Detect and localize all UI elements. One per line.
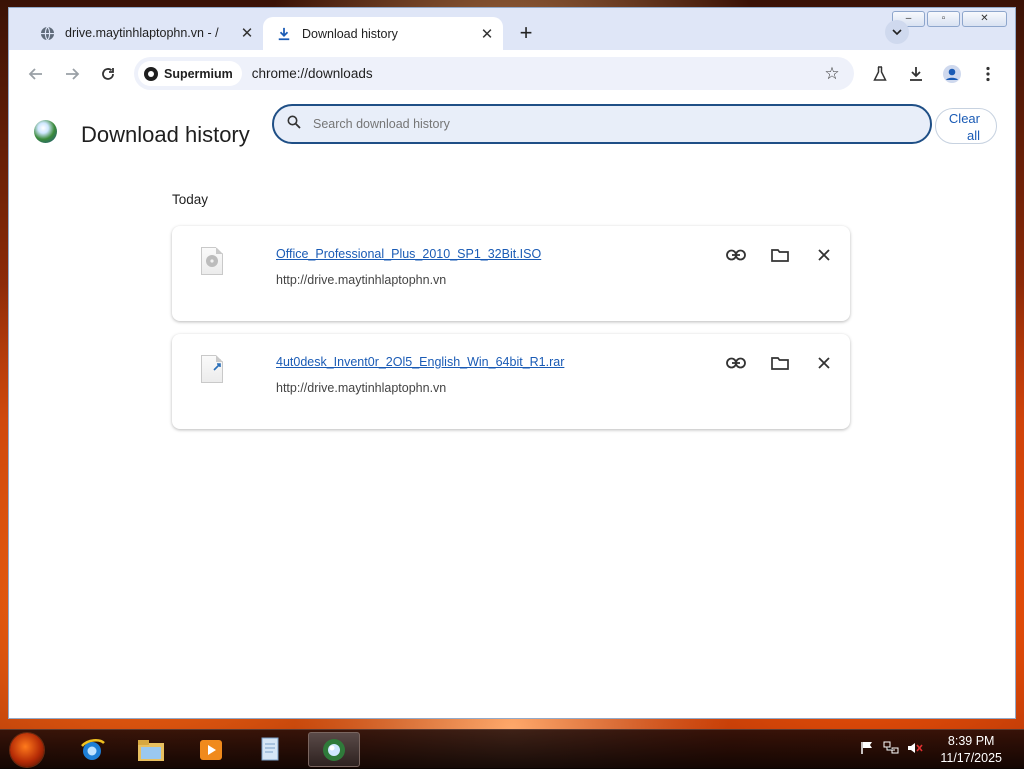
tab-title: drive.maytinhlaptophn.vn - / — [65, 26, 219, 40]
taskbar: 8:39 PM 11/17/2025 — [0, 729, 1024, 769]
volume-muted-icon[interactable] — [906, 739, 924, 757]
labs-button[interactable] — [867, 61, 893, 87]
folder-icon — [771, 357, 789, 370]
copy-link-button[interactable] — [724, 243, 748, 267]
menu-button[interactable] — [975, 61, 1001, 87]
window-controls: – ▫ ✕ — [892, 11, 1007, 27]
tab-download-history[interactable]: Download history ✕ — [263, 17, 503, 50]
show-in-folder-button[interactable] — [768, 243, 792, 267]
toolbar: Supermium chrome://downloads ☆ — [9, 50, 1015, 96]
profile-button[interactable] — [939, 61, 965, 87]
search-input[interactable] — [311, 116, 930, 132]
internet-explorer-icon[interactable] — [66, 732, 118, 767]
file-explorer-icon[interactable] — [125, 732, 177, 767]
new-tab-button[interactable]: + — [514, 20, 538, 45]
remove-download-button[interactable] — [812, 351, 836, 375]
clear-all-button[interactable]: Clear all — [935, 108, 997, 144]
more-vert-icon — [986, 66, 990, 82]
downloads-button[interactable] — [903, 61, 929, 87]
link-icon — [726, 357, 746, 369]
download-item: 4ut0desk_Invent0r_2Ol5_English_Win_64bit… — [172, 334, 850, 429]
close-tab-icon[interactable]: ✕ — [237, 23, 257, 43]
network-icon[interactable] — [882, 739, 900, 757]
tab-search-button[interactable] — [885, 20, 909, 44]
address-bar[interactable]: Supermium chrome://downloads ☆ — [134, 57, 854, 90]
reload-icon — [102, 68, 114, 80]
site-chip-label: Supermium — [164, 66, 233, 81]
document-icon[interactable] — [245, 732, 297, 767]
show-in-folder-button[interactable] — [768, 351, 792, 375]
flask-icon — [873, 66, 887, 81]
search-box[interactable] — [272, 104, 932, 144]
download-icon — [910, 67, 922, 81]
file-source-url: http://drive.maytinhlaptophn.vn — [276, 273, 447, 287]
section-date: Today — [172, 192, 209, 207]
archive-file-icon — [201, 355, 223, 383]
close-tab-icon[interactable]: ✕ — [477, 24, 497, 44]
link-icon — [726, 249, 746, 261]
url-text[interactable]: chrome://downloads — [252, 66, 820, 81]
close-window-button[interactable]: ✕ — [962, 11, 1007, 27]
tab-title: Download history — [302, 26, 398, 41]
action-center-flag-icon[interactable] — [858, 739, 876, 757]
clock-date: 11/17/2025 — [940, 751, 1002, 765]
downloads-page: Download history Clear all Today Office_… — [9, 96, 1015, 718]
folder-icon — [771, 249, 789, 262]
tab-drive[interactable]: drive.maytinhlaptophn.vn - / ✕ — [26, 17, 263, 49]
chevron-down-icon — [892, 29, 902, 36]
back-button[interactable] — [23, 61, 49, 87]
disc-file-icon — [201, 247, 223, 275]
avatar-icon — [943, 65, 961, 83]
arrow-right-icon — [66, 68, 80, 80]
maximize-button[interactable]: ▫ — [927, 11, 960, 27]
globe-icon — [39, 25, 55, 41]
supermium-logo-icon — [34, 120, 57, 143]
browser-window: – ▫ ✕ drive.maytinhlaptophn.vn - / ✕ Dow… — [9, 8, 1015, 718]
site-info-chip[interactable]: Supermium — [138, 61, 242, 86]
start-button[interactable] — [10, 733, 44, 767]
clock-time: 8:39 PM — [947, 734, 995, 748]
close-icon — [818, 249, 830, 261]
supermium-logo-icon — [144, 66, 158, 81]
supermium-icon[interactable] — [308, 732, 360, 767]
file-name-link[interactable]: Office_Professional_Plus_2010_SP1_32Bit.… — [276, 247, 541, 261]
file-name-link[interactable]: 4ut0desk_Invent0r_2Ol5_English_Win_64bit… — [276, 355, 564, 369]
download-item: Office_Professional_Plus_2010_SP1_32Bit.… — [172, 226, 850, 321]
file-source-url: http://drive.maytinhlaptophn.vn — [276, 381, 447, 395]
remove-download-button[interactable] — [812, 243, 836, 267]
close-icon — [818, 357, 830, 369]
search-icon — [287, 115, 305, 133]
system-clock[interactable]: 8:39 PM 11/17/2025 — [940, 733, 1002, 767]
download-icon — [276, 26, 292, 42]
copy-link-button[interactable] — [724, 351, 748, 375]
page-title: Download history — [81, 122, 250, 147]
forward-button[interactable] — [59, 61, 85, 87]
arrow-left-icon — [28, 68, 42, 80]
title-bar: – ▫ ✕ drive.maytinhlaptophn.vn - / ✕ Dow… — [9, 8, 1015, 96]
media-player-icon[interactable] — [185, 732, 237, 767]
bookmark-star-icon[interactable]: ☆ — [820, 62, 844, 86]
reload-button[interactable] — [95, 61, 121, 87]
